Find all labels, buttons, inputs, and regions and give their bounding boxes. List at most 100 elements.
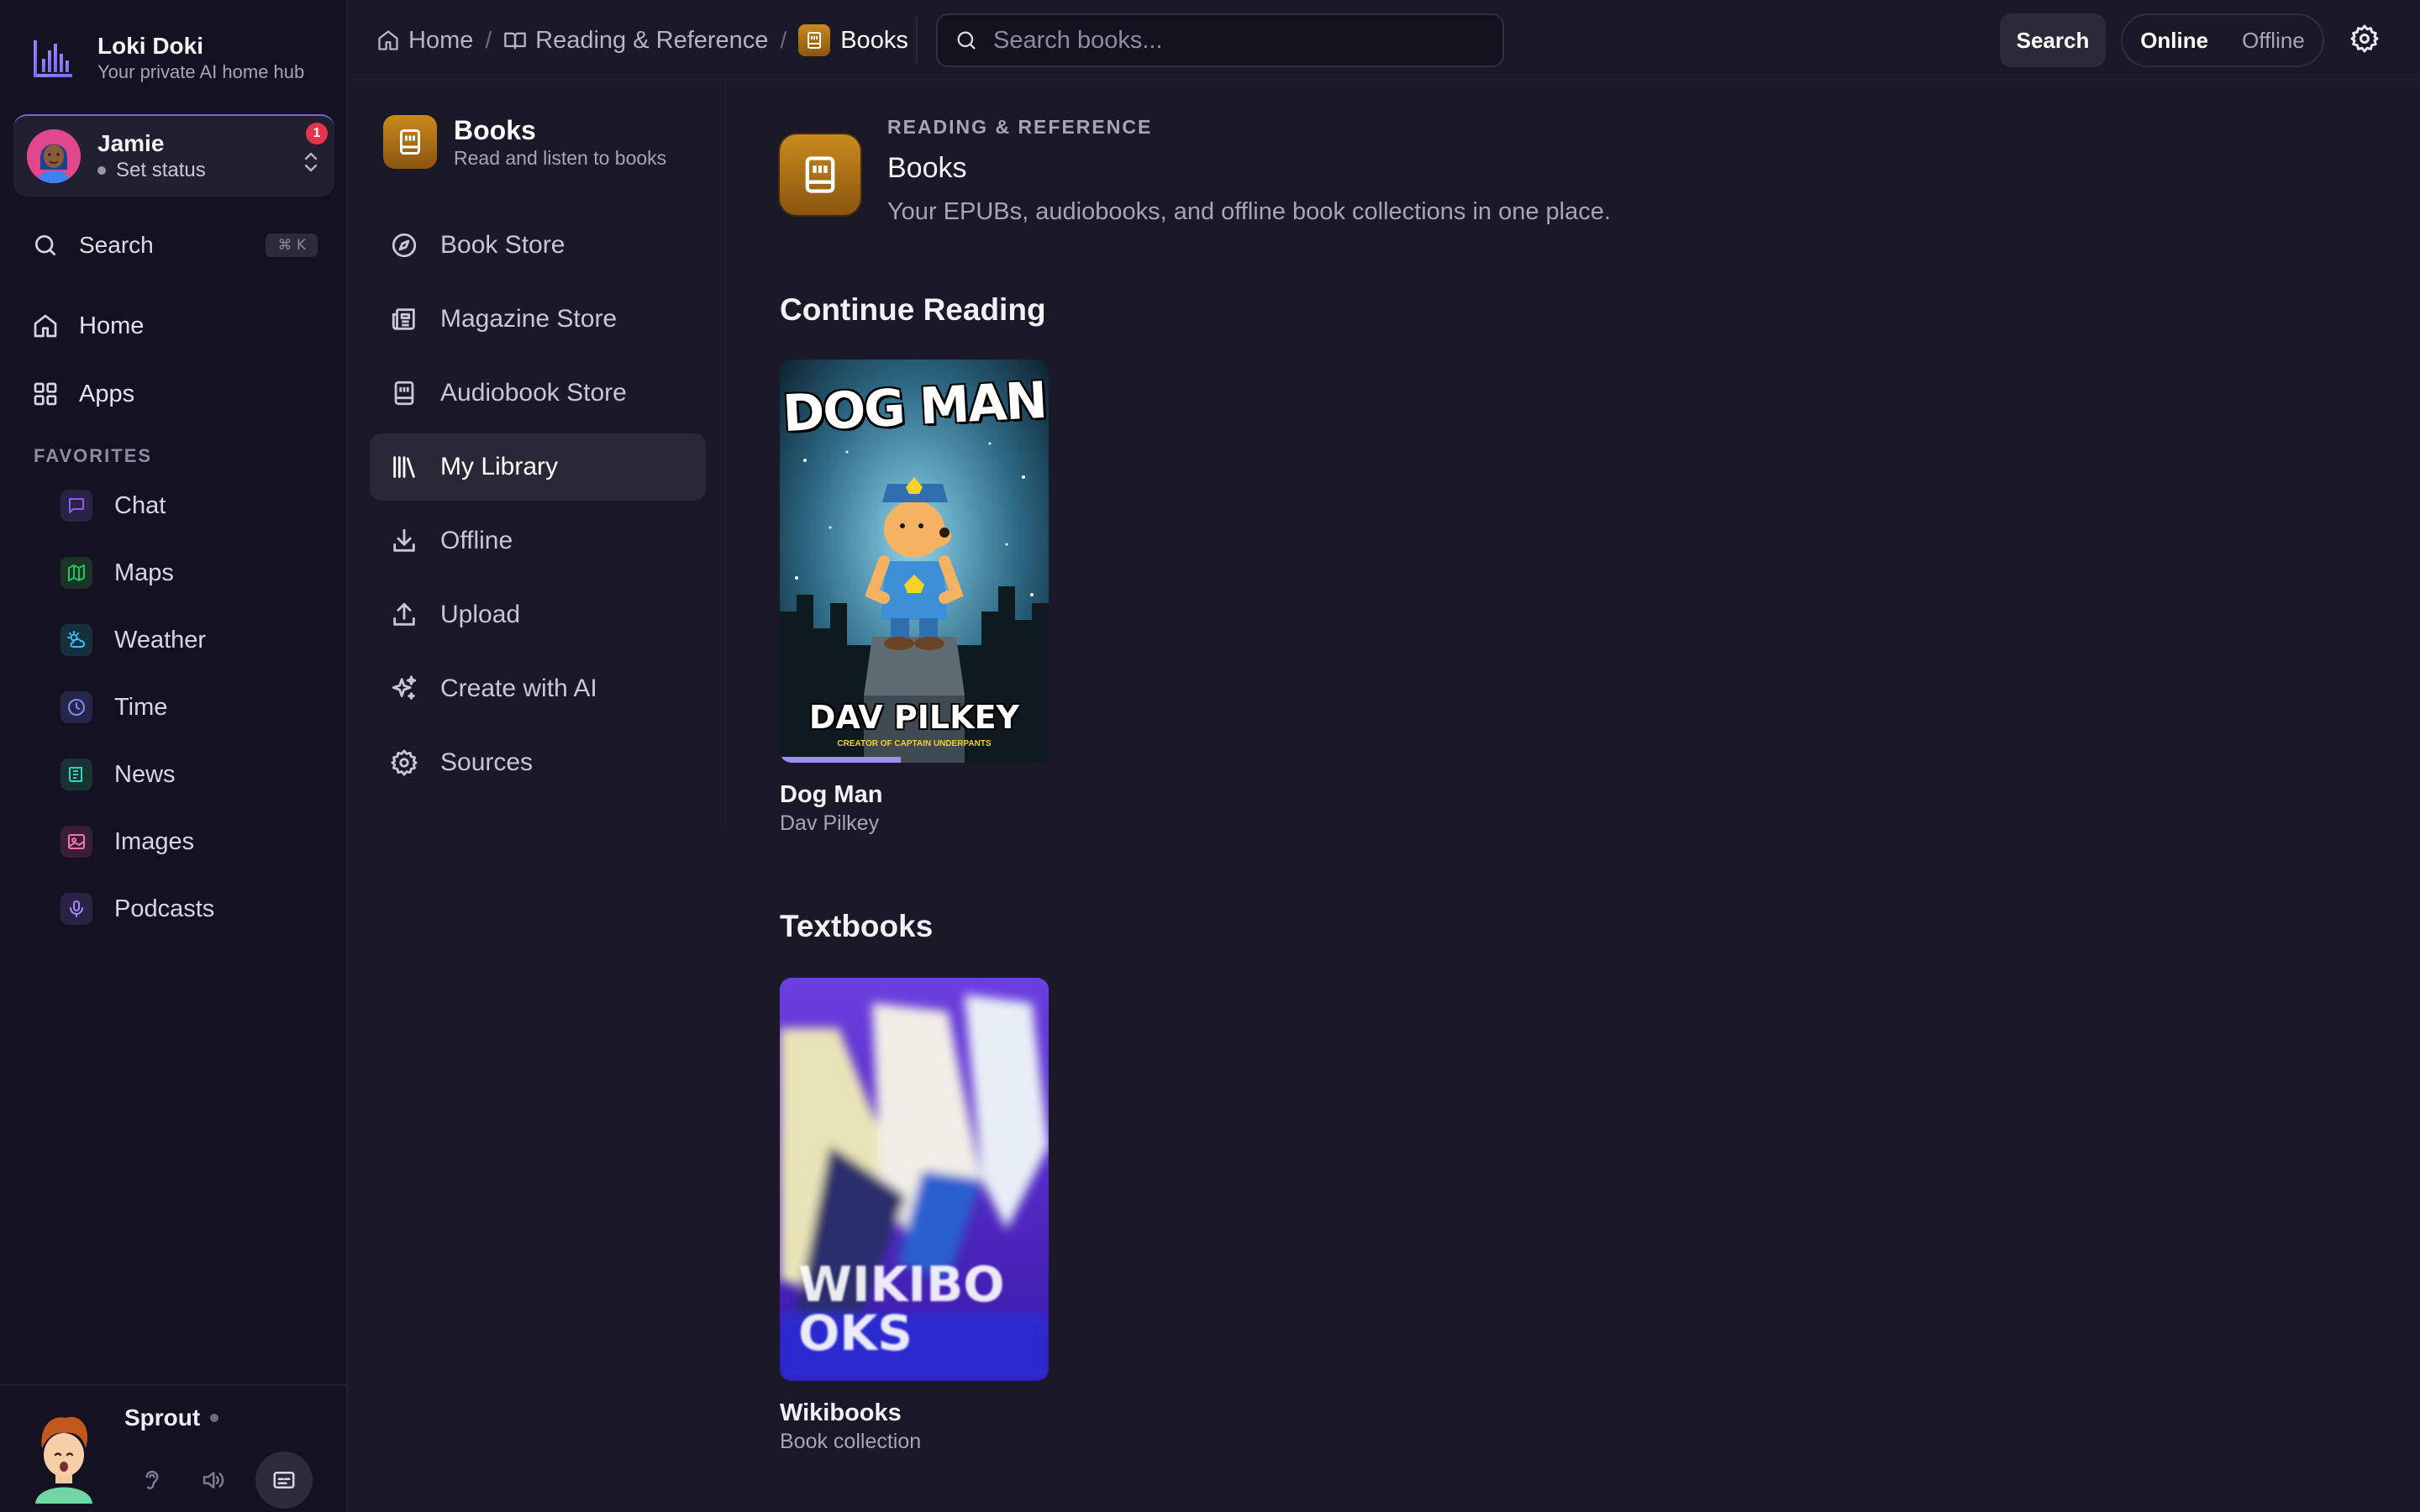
subnav-sources[interactable]: Sources <box>370 729 706 796</box>
book-icon <box>383 115 437 169</box>
nav-home[interactable]: Home <box>32 306 144 346</box>
subnav-sources-label: Sources <box>440 748 534 776</box>
books-nav-title: Books <box>454 115 536 145</box>
reading-progress-bar <box>780 757 901 763</box>
breadcrumb-reading-reference[interactable]: Reading & Reference <box>503 27 768 55</box>
nav-apps[interactable]: Apps <box>32 374 144 414</box>
section-continue-reading-title: Continue Reading <box>780 292 1046 327</box>
breadcrumb-separator: / <box>780 27 787 53</box>
subnav-create-with-ai[interactable]: Create with AI <box>370 655 706 722</box>
loki-logo-icon <box>34 40 72 77</box>
fav-news-label: News <box>114 760 176 788</box>
fav-news[interactable]: News <box>60 754 214 795</box>
subnav-create-with-ai-label: Create with AI <box>440 675 597 702</box>
topbar: Home / Reading & Reference / Books Searc… <box>350 0 2420 81</box>
fav-podcasts[interactable]: Podcasts <box>60 889 214 929</box>
assistant-name: Sprout <box>124 1404 219 1431</box>
book-card-dog-man[interactable]: DOG MAN DAV PILKEY CREATOR OF CAPTAIN UN… <box>780 360 1049 837</box>
subnav-my-library[interactable]: My Library <box>370 433 706 501</box>
home-icon <box>34 314 57 338</box>
mic-icon <box>60 893 92 925</box>
books-nav-items: Book Store Magazine Store Audiobook Stor… <box>370 212 706 803</box>
page-description: Your EPUBs, audiobooks, and offline book… <box>887 198 1611 225</box>
user-switcher[interactable]: Jamie Set status 1 <box>13 114 334 197</box>
page-header: READING & REFERENCE Books Your EPUBs, au… <box>780 114 1611 227</box>
subnav-book-store[interactable]: Book Store <box>370 212 706 279</box>
book-title: Dog Man <box>780 781 883 808</box>
book-title: Wikibooks <box>780 1399 902 1426</box>
book-author: Dav Pilkey <box>780 811 880 835</box>
ear-button[interactable] <box>134 1462 170 1498</box>
wikibooks-cover-title: WIKIBO OKS <box>798 1256 1005 1362</box>
newspaper-icon <box>392 308 415 330</box>
status-dot <box>97 166 106 175</box>
fav-time-label: Time <box>114 693 168 721</box>
breadcrumb-separator: / <box>485 27 492 53</box>
audiobook-icon <box>394 381 414 406</box>
subnav-upload[interactable]: Upload <box>370 581 706 648</box>
mode-offline[interactable]: Offline <box>2225 28 2322 54</box>
assistant-controls <box>134 1452 313 1509</box>
grid-icon <box>34 382 57 406</box>
map-icon <box>60 557 92 589</box>
fav-chat-label: Chat <box>114 491 166 519</box>
subnav-magazine-store[interactable]: Magazine Store <box>370 286 706 353</box>
assistant-panel: Sprout <box>0 1384 348 1512</box>
favorites-list: Chat Maps Weather Time News Images Podca… <box>60 486 214 956</box>
ear-icon <box>145 1470 159 1489</box>
book-card-wikibooks[interactable]: WIKIBO OKS Wikibooks Book collection <box>780 978 1049 1455</box>
page-eyebrow: READING & REFERENCE <box>887 116 1153 138</box>
subnav-offline[interactable]: Offline <box>370 507 706 575</box>
fav-time[interactable]: Time <box>60 687 214 727</box>
newspaper-icon <box>60 759 92 790</box>
book-cover-wikibooks[interactable]: WIKIBO OKS <box>780 978 1049 1381</box>
books-nav-description: Read and listen to books <box>454 147 667 169</box>
book-search-input[interactable] <box>993 26 1481 55</box>
assistant-status-dot <box>210 1414 219 1422</box>
notification-badge[interactable]: 1 <box>306 123 328 144</box>
book-search[interactable] <box>936 13 1504 67</box>
brand-name: Loki Doki <box>97 33 204 59</box>
fav-images-label: Images <box>114 827 195 855</box>
book-icon <box>798 24 831 56</box>
subnav-book-store-label: Book Store <box>440 231 566 259</box>
breadcrumb-books: Books <box>798 24 908 56</box>
sprout-avatar[interactable] <box>30 1410 97 1504</box>
subnav-audiobook-store[interactable]: Audiobook Store <box>370 360 706 427</box>
captions-button[interactable] <box>255 1452 313 1509</box>
search-icon <box>957 31 976 50</box>
user-name: Jamie <box>97 130 165 156</box>
breadcrumb-home-label: Home <box>408 26 474 54</box>
search-button[interactable]: Search <box>2000 13 2106 67</box>
fav-chat[interactable]: Chat <box>60 486 214 526</box>
sidebar-search[interactable]: Search ⌘ K <box>32 228 318 262</box>
breadcrumb-reading-reference-label: Reading & Reference <box>535 26 769 54</box>
brand-subtitle: Your private AI home hub <box>97 61 305 82</box>
books-nav-header: Books Read and listen to books <box>383 114 666 170</box>
weather-icon <box>60 624 92 656</box>
breadcrumb-home[interactable]: Home <box>376 27 473 55</box>
mode-online[interactable]: Online <box>2123 28 2225 54</box>
nav-home-label: Home <box>79 312 145 339</box>
chat-icon <box>60 490 92 522</box>
subnav-upload-label: Upload <box>440 601 521 628</box>
settings-button[interactable] <box>2349 24 2380 54</box>
sidebar-search-label: Search <box>79 232 154 258</box>
fav-weather[interactable]: Weather <box>60 620 214 660</box>
book-open-icon <box>504 32 526 50</box>
subnav-offline-label: Offline <box>440 527 513 554</box>
dog-man-cover-author: DAV PILKEY <box>808 699 1020 736</box>
network-mode-toggle[interactable]: Online Offline <box>2121 13 2324 67</box>
user-avatar <box>27 129 81 183</box>
sparkle-icon <box>392 675 417 700</box>
favorites-heading: FAVORITES <box>34 445 153 466</box>
book-cover-dog-man[interactable]: DOG MAN DAV PILKEY CREATOR OF CAPTAIN UN… <box>780 360 1049 763</box>
subnav-audiobook-store-label: Audiobook Store <box>440 379 627 407</box>
speaker-button[interactable] <box>195 1462 230 1498</box>
books-nav: Books Read and listen to books Book Stor… <box>350 81 726 827</box>
brand[interactable]: Loki Doki Your private AI home hub <box>30 32 304 84</box>
breadcrumb-books-label: Books <box>840 26 908 54</box>
set-status-link[interactable]: Set status <box>97 158 206 183</box>
fav-images[interactable]: Images <box>60 822 214 862</box>
fav-maps[interactable]: Maps <box>60 553 214 593</box>
